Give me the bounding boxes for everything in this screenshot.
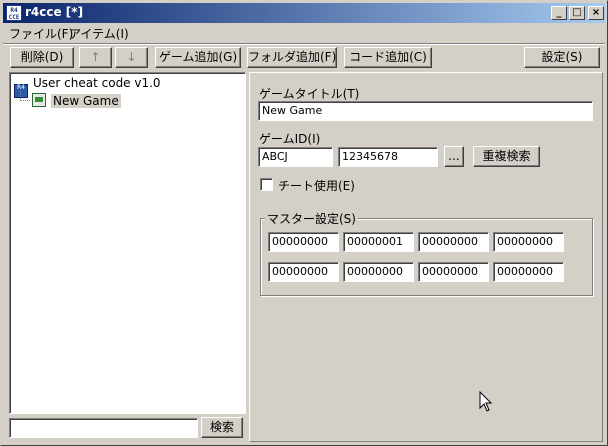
game-id-number-input[interactable]: 12345678 (338, 147, 438, 167)
add-folder-button[interactable]: フォルダ追加(F) (247, 47, 337, 68)
cheat-tree[interactable]: R4 User cheat code v1.0 New Game (9, 72, 246, 414)
tree-root-label: User cheat code v1.0 (33, 76, 161, 90)
search-input[interactable] (9, 418, 198, 438)
minimize-button[interactable]: _ (551, 6, 567, 20)
menu-file[interactable]: ファイル(F) (9, 25, 73, 42)
cheat-use-label: チート使用(E) (278, 179, 355, 193)
master-code-2-4[interactable]: 00000000 (493, 262, 564, 282)
move-up-button[interactable]: ↑ (79, 47, 112, 68)
delete-button[interactable]: 削除(D) (10, 47, 74, 68)
game-icon (32, 93, 46, 107)
master-code-1-1[interactable]: 00000000 (268, 232, 339, 252)
add-code-button[interactable]: コード追加(C) (344, 47, 432, 68)
master-settings-label: マスター設定(S) (265, 210, 358, 227)
settings-button[interactable]: 設定(S) (524, 47, 600, 68)
master-code-1-4[interactable]: 00000000 (493, 232, 564, 252)
master-settings-group (260, 218, 593, 296)
game-id-input[interactable]: ABCJ (258, 147, 333, 167)
tree-connector (20, 100, 30, 101)
move-down-button[interactable]: ↓ (115, 47, 148, 68)
mouse-cursor-icon (479, 391, 493, 412)
menu-item[interactable]: アイテム(I) (69, 25, 129, 42)
master-code-1-2[interactable]: 00000001 (343, 232, 414, 252)
search-button[interactable]: 検索 (201, 417, 243, 438)
cheat-db-icon: R4 (14, 84, 28, 98)
add-game-button[interactable]: ゲーム追加(G) (155, 47, 241, 68)
toolbar-divider (3, 43, 605, 45)
browse-button[interactable]: ... (444, 146, 464, 167)
duplicate-search-button[interactable]: 重複検索 (473, 146, 540, 167)
master-code-1-3[interactable]: 00000000 (418, 232, 489, 252)
tree-item-new-game[interactable]: New Game (32, 93, 121, 108)
window-title: r4cce [*] (25, 5, 84, 19)
tree-item-label: New Game (51, 94, 121, 108)
master-code-2-3[interactable]: 00000000 (418, 262, 489, 282)
game-title-input[interactable]: New Game (258, 101, 593, 121)
maximize-button[interactable]: □ (569, 6, 585, 20)
app-icon: R4 CCE (6, 5, 22, 21)
title-bar[interactable]: R4 CCE r4cce [*] _ □ × (3, 3, 605, 23)
game-title-label: ゲームタイトル(T) (259, 87, 360, 101)
cheat-use-checkbox[interactable] (260, 178, 273, 191)
master-code-2-1[interactable]: 00000000 (268, 262, 339, 282)
close-button[interactable]: × (588, 6, 604, 20)
main-window: R4 CCE r4cce [*] _ □ × ファイル(F) アイテム(I) 削… (0, 0, 608, 446)
master-code-2-2[interactable]: 00000000 (343, 262, 414, 282)
menu-bar: ファイル(F) アイテム(I) (3, 24, 605, 42)
game-id-label: ゲームID(I) (259, 132, 321, 146)
